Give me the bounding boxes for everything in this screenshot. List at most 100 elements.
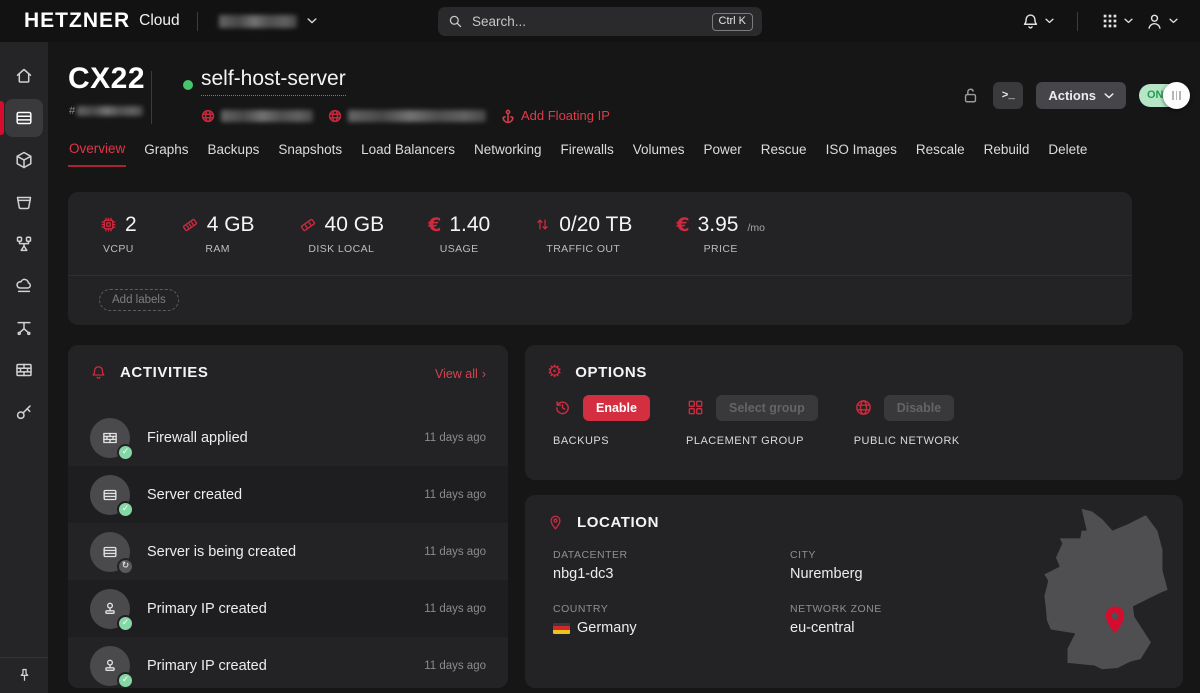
- stat-value: 4 GB: [207, 213, 255, 237]
- sidebar-item-servers[interactable]: [5, 99, 43, 137]
- disable-public-network-button[interactable]: Disable: [884, 395, 954, 421]
- cpu-icon: [100, 216, 117, 233]
- options-header: ⚙ OPTIONS: [525, 345, 1183, 387]
- ipv4-address: [201, 109, 313, 123]
- power-toggle[interactable]: ON: [1139, 84, 1186, 107]
- location-title: LOCATION: [577, 514, 659, 531]
- grid-apps-icon: [1101, 12, 1119, 30]
- server-status-dot: [183, 80, 193, 90]
- tab-overview[interactable]: Overview: [68, 141, 126, 167]
- activity-time: 11 days ago: [424, 432, 486, 444]
- enable-backups-button[interactable]: Enable: [583, 395, 650, 421]
- view-all-button[interactable]: View all ›: [435, 367, 486, 381]
- global-search: Ctrl K: [438, 7, 762, 36]
- globe-icon: [201, 109, 215, 123]
- tab-power[interactable]: Power: [703, 141, 743, 167]
- placement-group-icon: [686, 398, 705, 417]
- select-placement-group-button[interactable]: Select group: [716, 395, 818, 421]
- stat-label: VCPU: [103, 243, 134, 255]
- globe-icon: [854, 398, 873, 417]
- field-value: nbg1-dc3: [553, 566, 790, 582]
- redacted-project-name: [219, 15, 297, 28]
- project-switcher[interactable]: [215, 9, 321, 34]
- sidebar-item-floating-ips[interactable]: [5, 267, 43, 305]
- bell-icon: [90, 364, 107, 381]
- chevron-down-icon: [1104, 93, 1114, 99]
- tab-networking[interactable]: Networking: [473, 141, 543, 167]
- server-avatar-icon: [101, 543, 119, 561]
- firewalls-icon: [14, 360, 34, 380]
- stat-label: USAGE: [440, 243, 479, 255]
- sidebar-item-load-balancers[interactable]: [5, 225, 43, 263]
- field-city: CITY Nuremberg: [790, 549, 967, 582]
- stats-row: 2 VCPU 4 GB RAM 40 GB: [68, 192, 1132, 276]
- tab-rescue[interactable]: Rescue: [760, 141, 808, 167]
- tab-firewalls[interactable]: Firewalls: [559, 141, 614, 167]
- pin-sidebar-button[interactable]: [9, 661, 39, 691]
- tab-graphs[interactable]: Graphs: [143, 141, 189, 167]
- sidebar-item-security[interactable]: [5, 393, 43, 431]
- tab-load-balancers[interactable]: Load Balancers: [360, 141, 456, 167]
- volumes-icon: [14, 150, 34, 170]
- search-input[interactable]: [472, 14, 704, 29]
- stat-vcpu: 2 VCPU: [100, 213, 137, 255]
- sidebar-item-firewalls[interactable]: [5, 351, 43, 389]
- stat-value: 0/20 TB: [559, 213, 632, 237]
- tab-rebuild[interactable]: Rebuild: [983, 141, 1031, 167]
- user-menu[interactable]: [1139, 8, 1184, 35]
- ipv6-address: [328, 109, 486, 123]
- status-success-badge: ✓: [117, 615, 134, 632]
- activity-text: Primary IP created: [147, 658, 407, 674]
- chevron-down-icon: [1045, 18, 1054, 24]
- firewall-avatar-icon: [101, 429, 119, 447]
- bell-icon: [1021, 12, 1040, 31]
- activities-title: ACTIVITIES: [120, 364, 209, 381]
- germany-flag-icon: [553, 623, 570, 634]
- options-card: ⚙ OPTIONS Enable BACKUPS Select group: [525, 345, 1183, 480]
- status-running-badge: ↻: [117, 558, 134, 575]
- console-button[interactable]: >_: [993, 82, 1023, 109]
- networks-icon: [14, 318, 34, 338]
- server-name[interactable]: self-host-server: [201, 67, 346, 96]
- activity-time: 11 days ago: [424, 489, 486, 501]
- top-bar: HETZNER Cloud Ctrl K: [0, 0, 1200, 42]
- tab-iso-images[interactable]: ISO Images: [825, 141, 898, 167]
- tab-volumes[interactable]: Volumes: [632, 141, 686, 167]
- sidebar-item-networks[interactable]: [5, 309, 43, 347]
- server-avatar-icon: [101, 486, 119, 504]
- server-plan: CX22: [68, 62, 145, 96]
- key-icon: [14, 402, 34, 422]
- germany-map: [1035, 505, 1177, 677]
- tab-snapshots[interactable]: Snapshots: [277, 141, 343, 167]
- add-floating-ip-button[interactable]: Add Floating IP: [501, 108, 610, 123]
- field-value: eu-central: [790, 620, 967, 636]
- ram-icon: [181, 216, 199, 234]
- activities-card: ACTIVITIES View all › ✓ Firewall applied…: [68, 345, 508, 688]
- cloud-product-label: Cloud: [139, 12, 180, 30]
- globe-icon: [328, 109, 342, 123]
- activity-row: ✓ Primary IP created 11 days ago: [68, 637, 508, 688]
- tab-delete[interactable]: Delete: [1047, 141, 1088, 167]
- field-label: CITY: [790, 549, 967, 561]
- status-success-badge: ✓: [117, 501, 134, 518]
- sidebar-item-home[interactable]: [5, 57, 43, 95]
- user-icon: [1145, 12, 1164, 31]
- notifications-menu[interactable]: [1015, 8, 1060, 35]
- stat-usage: € 1.40 USAGE: [428, 213, 490, 255]
- primary-ip-avatar-icon: [101, 657, 119, 675]
- add-labels-button[interactable]: Add labels: [99, 289, 179, 311]
- option-label: PLACEMENT GROUP: [686, 435, 818, 447]
- tab-backups[interactable]: Backups: [207, 141, 261, 167]
- redacted-ipv4: [221, 110, 313, 122]
- activity-text: Firewall applied: [147, 430, 407, 446]
- servers-icon: [14, 108, 34, 128]
- options-title: OPTIONS: [575, 364, 647, 381]
- sidebar-item-storage[interactable]: [5, 183, 43, 221]
- tab-rescale[interactable]: Rescale: [915, 141, 966, 167]
- sidebar-item-volumes[interactable]: [5, 141, 43, 179]
- actions-button[interactable]: Actions: [1036, 82, 1126, 109]
- activity-time: 11 days ago: [424, 660, 486, 672]
- apps-menu[interactable]: [1095, 8, 1139, 34]
- summary-card: 2 VCPU 4 GB RAM 40 GB: [68, 192, 1132, 325]
- stat-label: DISK LOCAL: [308, 243, 374, 255]
